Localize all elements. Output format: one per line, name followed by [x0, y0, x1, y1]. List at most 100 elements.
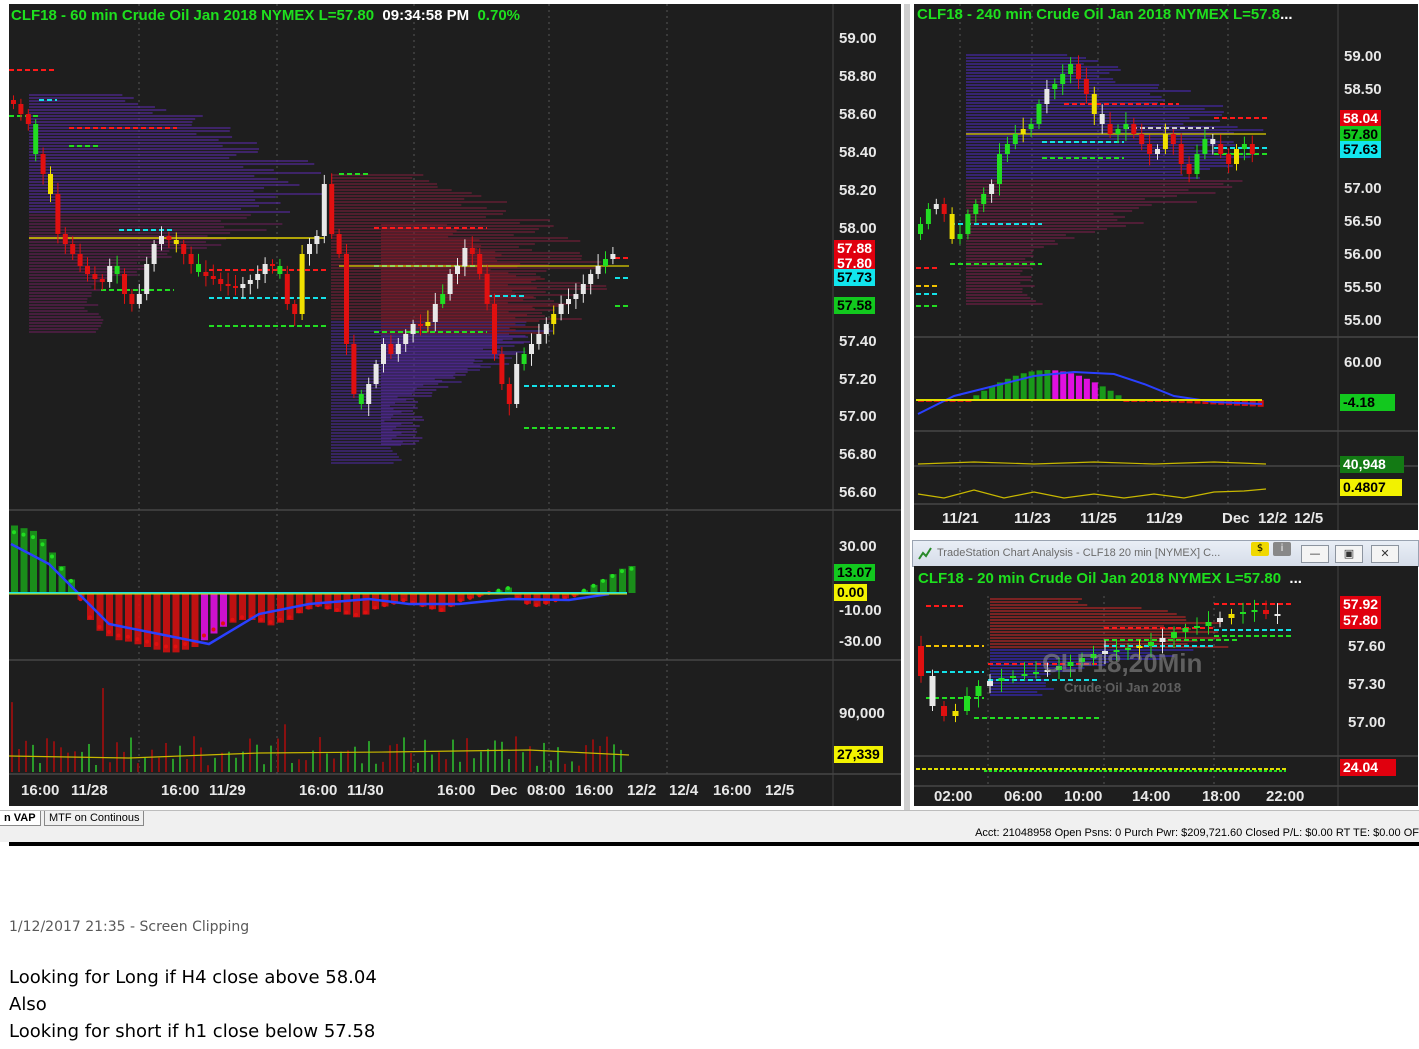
profile-bar: [331, 222, 520, 224]
chart-240min[interactable]: CLF18 - 240 min Crude Oil Jan 2018 NYMEX…: [914, 4, 1418, 530]
dollar-badge-icon[interactable]: $: [1251, 542, 1269, 556]
profile-bar: [331, 447, 391, 449]
candle-body: [218, 279, 224, 284]
profile-bar: [381, 380, 443, 382]
osc-dot: [126, 634, 130, 639]
candle-body: [1123, 124, 1129, 129]
profile-bar: [29, 307, 85, 309]
osc-dot: [31, 535, 35, 540]
candle-body: [144, 264, 150, 294]
oscillator-240min: [917, 370, 1264, 415]
osc-dot: [582, 588, 586, 593]
minimize-button[interactable]: —: [1301, 545, 1329, 563]
profile-bar: [966, 81, 1116, 83]
profile-bar: [381, 443, 416, 445]
candle-body: [987, 681, 993, 686]
profile-bar: [29, 262, 138, 264]
profile-bar: [966, 225, 1126, 227]
price-tag-3: 57.58: [834, 297, 876, 314]
profile-bar: [381, 410, 413, 412]
profile-bar: [331, 177, 413, 179]
profile-bar: [331, 183, 438, 185]
profile-bar: [966, 87, 1159, 89]
candle-body: [989, 184, 995, 194]
panel-divider-h[interactable]: [910, 531, 1419, 539]
profile-bar: [381, 407, 418, 409]
profile-bar: [966, 243, 1058, 245]
candle-body: [129, 294, 135, 304]
profile-bar: [29, 280, 104, 282]
profile-bar: [381, 242, 473, 244]
profile-bar: [29, 316, 101, 318]
profile-bar: [990, 613, 1177, 615]
profile-bar: [966, 294, 1028, 296]
volume-bar: [305, 760, 307, 772]
osc-dot: [230, 617, 235, 622]
profile-bar: [966, 204, 1152, 206]
profile-bar: [381, 431, 418, 433]
profile-bar: [381, 296, 534, 298]
tab-vap[interactable]: n VAP: [0, 811, 41, 826]
profile-bar: [966, 108, 1205, 110]
candle-body: [981, 194, 987, 204]
candle-body: [595, 266, 601, 274]
profile-bar: [29, 271, 137, 273]
osc-bar: [191, 593, 199, 647]
profile-bar: [381, 236, 449, 238]
candle-body: [965, 214, 971, 234]
profile-bar: [29, 124, 192, 126]
profile-bar: [381, 440, 420, 442]
info-badge-icon[interactable]: i: [1273, 542, 1291, 556]
osc-dot: [21, 532, 26, 537]
note-line-3: Looking for short if h1 close below 57.5…: [9, 1021, 376, 1042]
profile-bar: [990, 682, 1046, 684]
profile-bar: [29, 145, 223, 147]
candle-body: [918, 646, 924, 676]
candle-body: [307, 244, 312, 254]
candle-body: [997, 154, 1002, 184]
osc-bar: [115, 593, 123, 641]
volume-bar: [88, 743, 90, 772]
profile-bar: [29, 250, 170, 252]
osc-dot: [97, 625, 102, 630]
candle-body: [918, 224, 923, 234]
close-button[interactable]: ✕: [1371, 545, 1399, 563]
candle-body: [603, 259, 608, 266]
candle-body: [933, 204, 939, 209]
profile-bar: [29, 283, 96, 285]
chart-20min[interactable]: CLF18,20Min Crude Oil Jan 2018 CLF18 - 2…: [914, 566, 1418, 806]
profile-bar: [966, 291, 1023, 293]
time-axis-label-0: 16:00: [21, 782, 60, 799]
panel-divider[interactable]: [904, 4, 910, 810]
candle-body: [1228, 614, 1235, 618]
profile-bar: [381, 320, 540, 322]
candle-body: [573, 294, 579, 299]
profile-bar: [29, 274, 138, 276]
profile-bar: [29, 322, 103, 324]
tradestation-window-titlebar[interactable]: TradeStation Chart Analysis - CLF18 20 m…: [912, 540, 1419, 567]
candle-body: [529, 344, 534, 354]
tab-mtf-on-continous[interactable]: MTF on Continous: [44, 811, 145, 826]
rb-price-axis-label-0: 57.60: [1348, 638, 1386, 655]
rb-price-axis-label-1: 57.30: [1348, 676, 1386, 693]
profile-bar: [966, 201, 1197, 203]
candle-body: [299, 254, 305, 314]
chart-60min[interactable]: CLF18 - 60 min Crude Oil Jan 2018 NYMEX …: [9, 4, 901, 806]
profile-bar: [29, 163, 315, 165]
candle-body: [1234, 149, 1239, 164]
profile-bar: [381, 305, 559, 307]
candle-body: [1170, 134, 1176, 144]
profile-bar: [966, 147, 1195, 149]
candle-body: [492, 304, 497, 354]
rt-price-axis-label-6: 55.00: [1344, 312, 1382, 329]
profile-bar: [29, 136, 233, 138]
profile-bar: [29, 118, 196, 120]
maximize-button[interactable]: ▣: [1335, 545, 1363, 563]
osc-dot: [145, 639, 149, 644]
volume-bar: [410, 753, 412, 772]
candle-body: [77, 254, 83, 266]
candle-body: [1115, 129, 1121, 134]
chart-240min-osc-axis-label: 60.00: [1344, 354, 1382, 371]
profile-bar: [966, 231, 1095, 233]
candle-body: [506, 384, 512, 404]
